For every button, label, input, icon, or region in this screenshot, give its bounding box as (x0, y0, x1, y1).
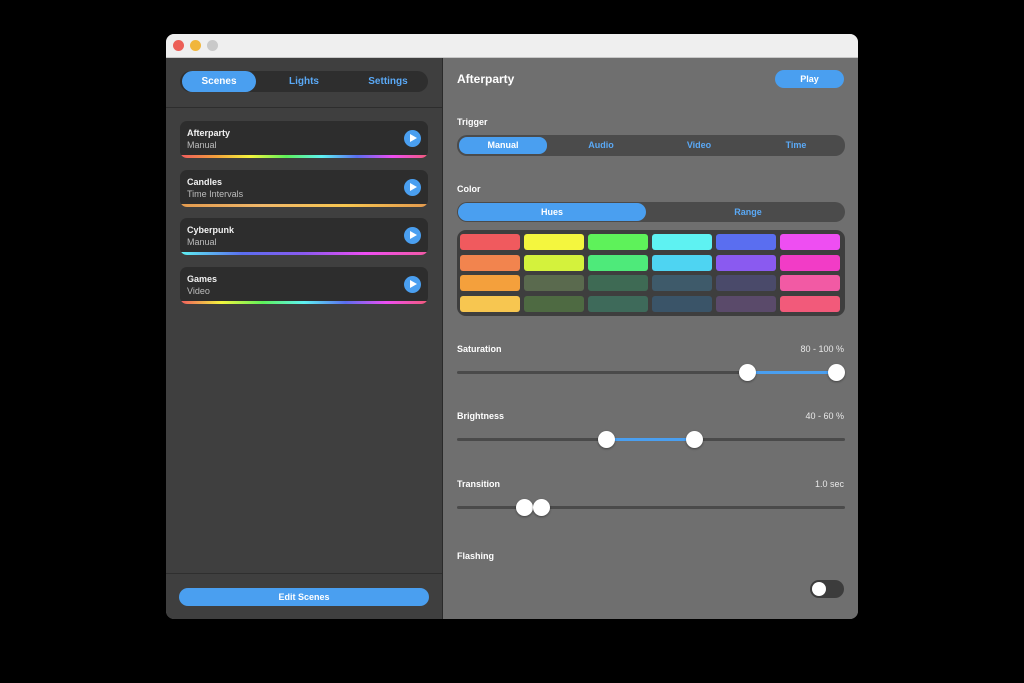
trigger-label: Trigger (457, 117, 488, 127)
scene-name: Afterparty (187, 128, 231, 138)
color-label: Color (457, 184, 481, 194)
trigger-option-video[interactable]: Video (651, 137, 747, 154)
scene-trigger: Manual (187, 237, 217, 247)
color-swatch[interactable] (652, 295, 712, 312)
flashing-label: Flashing (457, 551, 495, 561)
flashing-toggle[interactable] (810, 580, 844, 598)
color-swatch[interactable] (524, 275, 584, 291)
saturation-max-handle[interactable] (828, 364, 845, 381)
scene-color-strip (180, 252, 428, 255)
scene-trigger: Manual (187, 140, 217, 150)
tab-settings[interactable]: Settings (348, 71, 428, 92)
saturation-min-handle[interactable] (739, 364, 756, 381)
play-icon[interactable] (404, 227, 421, 244)
brightness-range-fill (606, 438, 694, 441)
color-swatch[interactable] (460, 295, 520, 312)
sidebar-divider (166, 107, 442, 108)
scene-trigger: Video (187, 286, 210, 296)
scene-item-cyberpunk[interactable]: Cyberpunk Manual (180, 218, 428, 255)
color-swatch[interactable] (716, 254, 776, 271)
color-swatch[interactable] (716, 234, 776, 250)
play-icon[interactable] (404, 130, 421, 147)
color-swatch[interactable] (716, 275, 776, 291)
scene-item-candles[interactable]: Candles Time Intervals (180, 170, 428, 207)
color-swatch[interactable] (588, 254, 648, 271)
brightness-max-handle[interactable] (686, 431, 703, 448)
color-swatch[interactable] (524, 234, 584, 250)
edit-scenes-button[interactable]: Edit Scenes (179, 588, 429, 606)
title-bar (166, 34, 858, 58)
transition-value: 1.0 sec (814, 479, 844, 489)
color-swatch[interactable] (652, 275, 712, 291)
trigger-option-audio[interactable]: Audio (553, 137, 649, 154)
brightness-value: 40 - 60 % (805, 411, 844, 421)
play-button[interactable]: Play (775, 70, 844, 88)
scene-detail-panel: Afterparty Play Trigger Manual Audio Vid… (443, 58, 858, 619)
play-icon[interactable] (404, 276, 421, 293)
color-swatch[interactable] (780, 275, 840, 291)
transition-max-handle[interactable] (533, 499, 550, 516)
app-window: Scenes Lights Settings Afterparty Manual… (166, 34, 858, 619)
color-swatch[interactable] (588, 295, 648, 312)
color-swatch[interactable] (780, 234, 840, 250)
brightness-min-handle[interactable] (598, 431, 615, 448)
sidebar-tab-bar: Scenes Lights Settings (180, 71, 428, 92)
color-swatch[interactable] (524, 295, 584, 312)
scene-color-strip (180, 204, 428, 207)
close-window-button[interactable] (173, 40, 184, 51)
color-swatch[interactable] (652, 234, 712, 250)
trigger-option-manual[interactable]: Manual (459, 137, 547, 154)
play-icon[interactable] (404, 179, 421, 196)
scene-item-games[interactable]: Games Video (180, 267, 428, 304)
scene-color-strip (180, 301, 428, 304)
color-swatch[interactable] (524, 254, 584, 271)
color-swatch[interactable] (780, 254, 840, 271)
scene-color-strip (180, 155, 428, 158)
trigger-selector: Manual Audio Video Time (457, 135, 845, 156)
scene-name: Games (187, 274, 218, 284)
hue-swatch-grid (457, 230, 845, 316)
color-swatch[interactable] (460, 234, 520, 250)
color-swatch[interactable] (780, 295, 840, 312)
zoom-window-button[interactable] (207, 40, 218, 51)
color-swatch[interactable] (460, 275, 520, 291)
transition-label: Transition (457, 479, 501, 489)
color-mode-selector: Hues Range (457, 202, 845, 222)
color-swatch[interactable] (652, 254, 712, 271)
tab-lights[interactable]: Lights (263, 71, 345, 92)
sidebar: Scenes Lights Settings Afterparty Manual… (166, 58, 443, 619)
page-title: Afterparty (457, 72, 515, 86)
color-swatch[interactable] (460, 254, 520, 271)
saturation-slider[interactable] (457, 364, 845, 381)
brightness-label: Brightness (457, 411, 505, 421)
saturation-range-fill (747, 371, 836, 374)
transition-slider[interactable] (457, 499, 845, 516)
color-swatch[interactable] (716, 295, 776, 312)
trigger-option-time[interactable]: Time (749, 137, 843, 154)
color-swatch[interactable] (588, 275, 648, 291)
brightness-slider[interactable] (457, 431, 845, 448)
toggle-knob (812, 582, 826, 596)
transition-min-handle[interactable] (516, 499, 533, 516)
scene-trigger: Time Intervals (187, 189, 244, 199)
color-option-range[interactable]: Range (653, 203, 843, 221)
tab-scenes[interactable]: Scenes (182, 71, 256, 92)
saturation-label: Saturation (457, 344, 502, 354)
minimize-window-button[interactable] (190, 40, 201, 51)
scene-item-afterparty[interactable]: Afterparty Manual (180, 121, 428, 158)
color-option-hues[interactable]: Hues (458, 203, 646, 221)
saturation-value: 80 - 100 % (800, 344, 844, 354)
scene-name: Cyberpunk (187, 225, 235, 235)
color-swatch[interactable] (588, 234, 648, 250)
scene-name: Candles (187, 177, 223, 187)
sidebar-footer-divider (166, 573, 442, 574)
